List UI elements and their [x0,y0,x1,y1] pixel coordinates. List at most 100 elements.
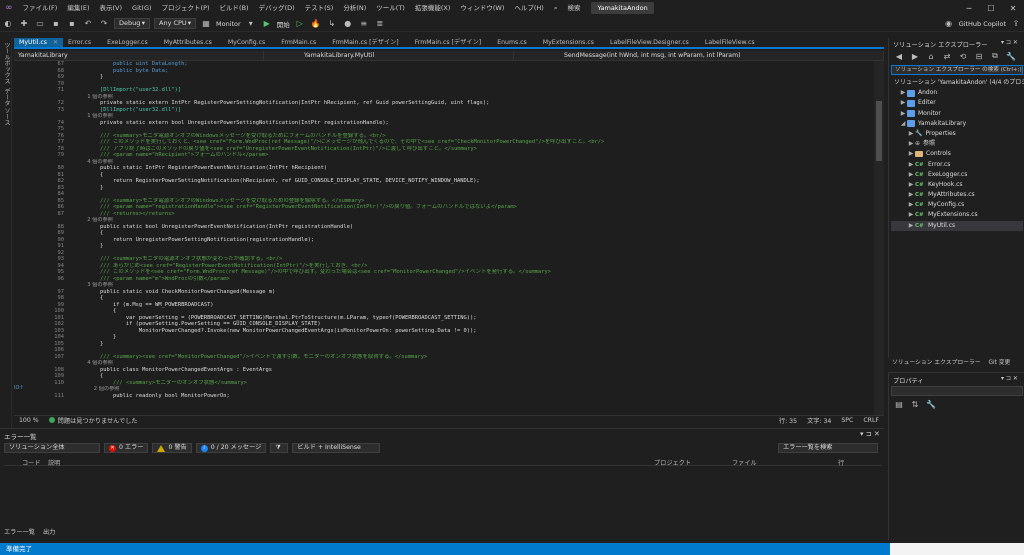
errors-filter[interactable]: ✕ 0 エラー [104,443,149,453]
tab-output[interactable]: 出力 [39,528,59,538]
tree-item[interactable]: ▶ C# Error.cs [891,160,1023,170]
uncomment-icon[interactable]: ≣ [374,18,386,30]
doc-tab[interactable]: LabelFileView.cs [700,38,766,47]
messages-filter[interactable]: i0 / 20 メッセージ [195,443,267,453]
eol-indicator[interactable]: CRLF [858,417,884,424]
col-code[interactable]: コード [22,458,41,467]
menu-item[interactable]: デバッグ(D) [254,0,300,16]
col-file[interactable]: ファイル [732,458,757,467]
forward-icon[interactable]: ▶ [909,50,921,62]
doc-tab[interactable]: FrmMain.cs [デザイン] [327,38,409,47]
zoom-level[interactable]: 100 % [14,417,44,424]
save-icon[interactable]: ▪ [50,18,62,30]
issues-status[interactable]: 問題は見つかりませんでした [44,416,143,425]
properties-icon[interactable]: 🔧 [1005,50,1017,62]
expand-caret-icon[interactable]: ▶ [899,98,907,108]
tab-solution-explorer[interactable]: ソリューション エクスプローラー [888,358,985,368]
menu-item[interactable]: ウィンドウ(W) [455,0,509,16]
close-icon[interactable]: ✕ [53,38,58,47]
whitespace-indicator[interactable]: SPC [836,417,858,424]
col-line[interactable]: 行 [838,458,844,467]
col-description[interactable]: 説明 [48,458,60,467]
col-project[interactable]: プロジェクト [654,458,691,467]
menu-item[interactable]: ツール(T) [371,0,410,16]
filter-icon[interactable]: ⧩ [270,443,289,453]
tree-item[interactable]: ▶ ⊕ 参照 [891,139,1023,149]
doc-tab[interactable]: MyConfig.cs [223,38,276,47]
platform-dropdown[interactable]: Any CPU ▾ [154,18,196,29]
tree-item[interactable]: ▶ C# MyAttributes.cs [891,190,1023,200]
data-sources-tab[interactable]: データ ソース [2,88,11,126]
startup-project[interactable]: Monitor [216,20,241,28]
tree-item[interactable]: ソリューション 'YamakitaAndon' (4/4 のプロジェクト) [891,78,1024,88]
open-folder-icon[interactable]: ▭ [34,18,46,30]
tree-item[interactable]: ◢ YamakitaLibrary [891,119,1023,129]
code-editor[interactable]: IO↑ 67 68 69 70 71 72 73 74 75 76 77 78 79 80 81 82 83 84… [14,61,884,415]
menu-item[interactable]: ヘルプ(H) [509,0,548,16]
expand-caret-icon[interactable]: ▶ [907,129,915,139]
panel-options-icon[interactable]: ▾ ⊐ ✕ [1001,39,1018,46]
doc-tab[interactable]: MyExtensions.cs [538,38,605,47]
categorized-icon[interactable]: ▤ [893,398,905,410]
doc-tab[interactable]: MyUtil.cs ✕ [14,38,64,47]
doc-tab[interactable]: Error.cs [63,38,102,47]
alphabetical-icon[interactable]: ⇅ [909,398,921,410]
tree-item[interactable]: ▶ C# MyExtensions.cs [891,210,1023,220]
expand-caret-icon[interactable]: ▶ [899,88,907,98]
search-menu-label[interactable]: 検索 [562,0,585,16]
expand-caret-icon[interactable]: ▶ [907,139,915,149]
close-icon[interactable]: ✕ [1002,4,1024,13]
menu-item[interactable]: 表示(V) [95,0,128,16]
expand-caret-icon[interactable]: ▶ [907,221,915,231]
switch-view-icon[interactable]: ⇄ [941,50,953,62]
build-filter-dropdown[interactable]: ビルド + IntelliSense [292,443,381,453]
step-icon[interactable]: ↳ [326,18,338,30]
start-without-debug-icon[interactable]: ▷ [294,18,306,30]
tab-error-list[interactable]: エラー一覧 [0,528,39,538]
tree-item[interactable]: ▶ Andon [891,88,1023,98]
doc-tab[interactable]: ExeLogger.cs [102,38,159,47]
search-icon[interactable]: ⌕ [549,0,563,16]
tree-item[interactable]: ▶ C# ExeLogger.cs [891,170,1023,180]
back-icon[interactable]: ◀ [893,50,905,62]
expand-caret-icon[interactable]: ▶ [899,109,907,119]
doc-tab[interactable]: Enums.cs [492,38,538,47]
toolbox-tab[interactable]: ツールボックス [2,42,11,84]
redo-icon[interactable]: ↷ [98,18,110,30]
tree-item[interactable]: ▶ 🔧 Properties [891,129,1023,139]
vs-logo-icon[interactable]: ∞ [0,0,18,16]
expand-caret-icon[interactable]: ▶ [907,190,915,200]
undo-icon[interactable]: ↶ [82,18,94,30]
tree-item[interactable]: ▶ Editer [891,98,1023,108]
menu-item[interactable]: 編集(E) [62,0,94,16]
save-all-icon[interactable]: ▪ [66,18,78,30]
scrollbar-thumb[interactable] [876,101,882,161]
member-dropdown[interactable]: SendMessage(int hWnd, int msg, int wPara… [514,50,884,61]
menu-item[interactable]: Git(G) [127,0,157,16]
warnings-filter[interactable]: 0 警告 [152,443,192,453]
panel-options-icon[interactable]: ▾ ⊐ ✕ [860,430,880,438]
property-pages-icon[interactable]: 🔧 [925,398,937,410]
tree-item[interactable]: ▶ Controls [891,149,1023,159]
doc-tab[interactable]: MyAttributes.cs [159,38,223,47]
menu-item[interactable]: テスト(S) [300,0,339,16]
maximize-icon[interactable]: ☐ [980,4,1002,13]
menu-item[interactable]: 拡張機能(X) [410,0,456,16]
class-dropdown[interactable]: YamakitaLibrary.MyUtil [264,50,514,61]
menu-item[interactable]: ビルド(B) [215,0,254,16]
chevron-down-icon[interactable]: ▾ [245,18,257,30]
expand-caret-icon[interactable]: ▶ [907,160,915,170]
config-dropdown[interactable]: Debug ▾ [114,18,150,29]
error-search-input[interactable]: エラー一覧を検索 [778,443,878,453]
share-icon[interactable]: ⇪ [1010,18,1022,30]
doc-tab[interactable]: LabelFileView.Designer.cs [605,38,700,47]
tree-item[interactable]: ▶ C# KeyHook.cs [891,180,1023,190]
hot-reload-icon[interactable]: 🔥 [310,18,322,30]
tab-git-changes[interactable]: Git 変更 [985,358,1015,368]
menu-item[interactable]: 分析(N) [338,0,371,16]
expand-caret-icon[interactable]: ▶ [907,170,915,180]
comment-icon[interactable]: ≡ [358,18,370,30]
copilot-button[interactable]: GitHub Copilot [959,20,1006,28]
collapse-icon[interactable]: ⊟ [973,50,985,62]
properties-object-dropdown[interactable] [891,386,1023,396]
